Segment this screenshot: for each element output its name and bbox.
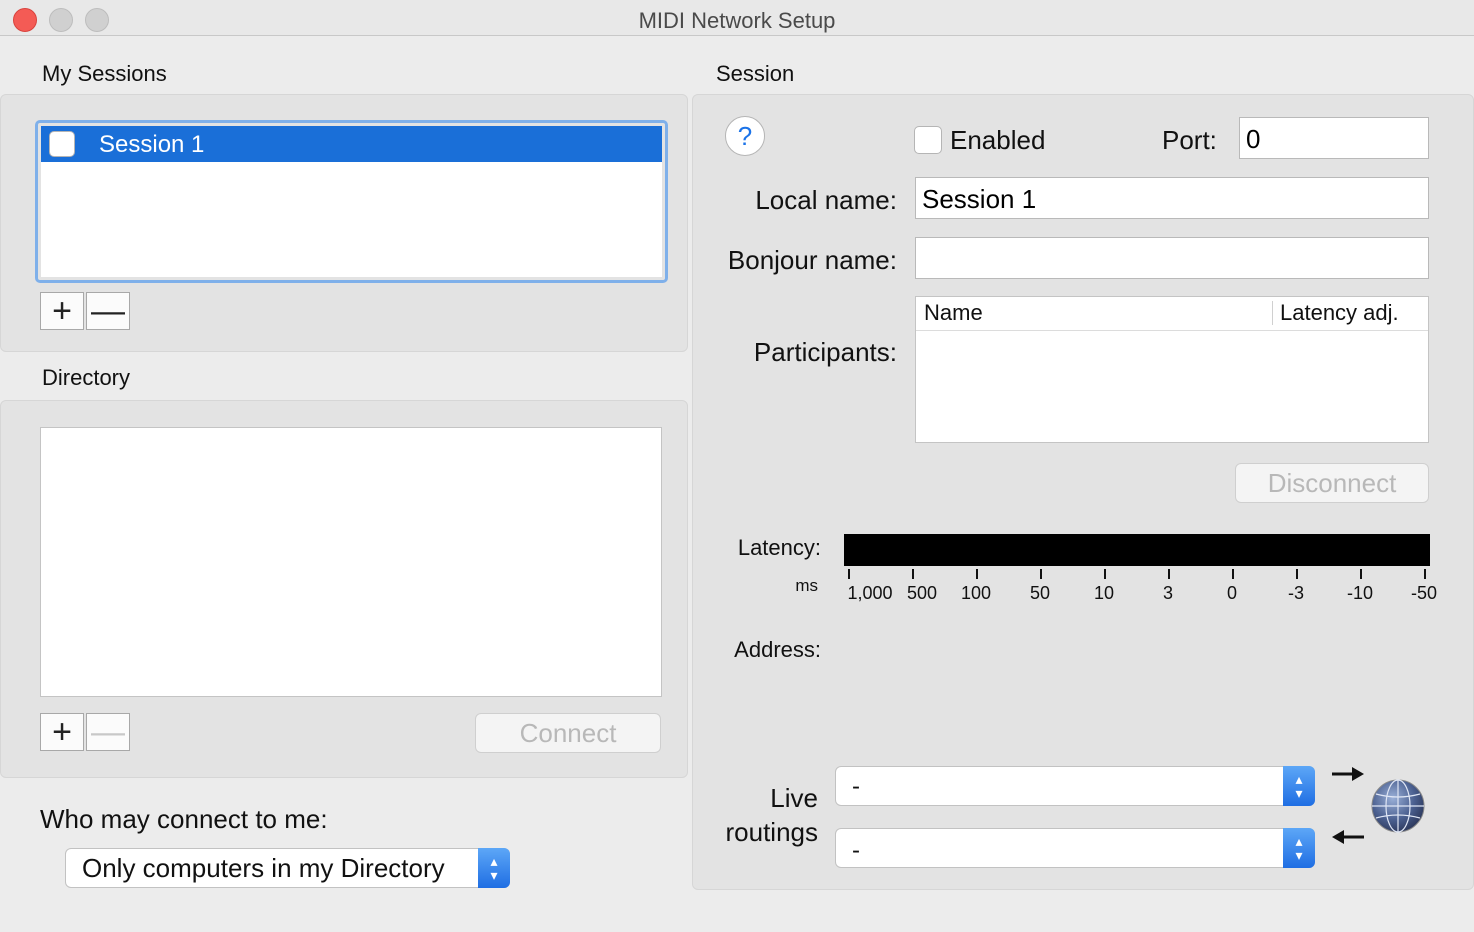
latency-tick-label: 100 xyxy=(960,583,992,603)
latency-tick xyxy=(1424,569,1426,579)
my-sessions-heading: My Sessions xyxy=(42,61,167,86)
latency-tick-label: 10 xyxy=(1093,583,1115,603)
latency-tick-label: -3 xyxy=(1287,583,1304,603)
session-row[interactable]: Session 1 xyxy=(41,126,662,162)
chevron-updown-icon: ▴ ▾ xyxy=(1283,766,1315,806)
column-divider xyxy=(1272,301,1273,325)
help-button[interactable]: ? xyxy=(725,116,765,156)
latency-tick xyxy=(848,569,850,579)
latency-tick xyxy=(1104,569,1106,579)
add-directory-button[interactable]: + xyxy=(40,713,84,751)
directory-list[interactable] xyxy=(40,427,662,697)
address-label: Address: xyxy=(734,637,821,662)
routing-in-value: - xyxy=(852,773,860,800)
window-title: MIDI Network Setup xyxy=(638,8,836,33)
chevron-updown-icon: ▴ ▾ xyxy=(1283,828,1315,868)
latency-tick xyxy=(1040,569,1042,579)
bonjour-name-field[interactable] xyxy=(915,237,1429,279)
latency-tick xyxy=(1168,569,1170,579)
participants-label: Participants: xyxy=(753,337,897,367)
enabled-label: Enabled xyxy=(950,125,1046,155)
latency-tick xyxy=(1232,569,1234,579)
session-heading: Session xyxy=(716,61,795,86)
sessions-list[interactable]: Session 1 xyxy=(41,126,662,277)
session-row-label: Session 1 xyxy=(99,131,205,158)
chevron-updown-icon: ▴ ▾ xyxy=(478,848,510,888)
routing-out-value: - xyxy=(852,837,860,864)
bonjour-name-label: Bonjour name: xyxy=(727,245,897,275)
arrow-left-icon xyxy=(1332,830,1364,844)
latency-tick xyxy=(1296,569,1298,579)
latency-tick-label: 3 xyxy=(1162,583,1173,603)
latency-tick xyxy=(1360,569,1362,579)
live-routings-label-line2: routings xyxy=(725,817,819,847)
arrow-right-icon xyxy=(1332,767,1364,781)
latency-tick-label: -50 xyxy=(1410,583,1437,603)
participants-col-name[interactable]: Name xyxy=(924,300,983,326)
connect-button[interactable]: Connect xyxy=(475,713,661,753)
remove-session-button[interactable]: — xyxy=(86,292,130,330)
remove-directory-button[interactable]: — xyxy=(86,713,130,751)
latency-tick-label: 500 xyxy=(906,583,938,603)
who-may-connect-value: Only computers in my Directory xyxy=(82,853,445,883)
latency-label: Latency: xyxy=(737,535,821,560)
routing-in-popup[interactable]: - ▴ ▾ xyxy=(835,766,1315,806)
local-name-field[interactable]: Session 1 xyxy=(915,177,1429,219)
latency-meter-bar xyxy=(844,534,1430,566)
directory-heading: Directory xyxy=(42,365,131,390)
latency-tick xyxy=(912,569,914,579)
globe-icon[interactable] xyxy=(1370,778,1426,834)
latency-unit: ms xyxy=(795,576,818,595)
port-label: Port: xyxy=(1162,125,1217,155)
participants-col-latency[interactable]: Latency adj. xyxy=(1280,300,1399,326)
latency-tick-label: 0 xyxy=(1226,583,1237,603)
enabled-checkbox[interactable] xyxy=(914,126,942,154)
routing-out-popup[interactable]: - ▴ ▾ xyxy=(835,828,1315,868)
local-name-label: Local name: xyxy=(755,185,897,215)
latency-tick-label: 50 xyxy=(1029,583,1051,603)
latency-tick-label: 1,000 xyxy=(847,583,893,603)
latency-tick-label: -10 xyxy=(1346,583,1373,603)
latency-tick xyxy=(976,569,978,579)
who-may-connect-label: Who may connect to me: xyxy=(40,804,328,834)
disconnect-button[interactable]: Disconnect xyxy=(1235,463,1429,503)
who-may-connect-popup[interactable]: Only computers in my Directory ▴ ▾ xyxy=(65,848,510,888)
port-field[interactable]: 0 xyxy=(1239,117,1429,159)
session-enabled-checkbox[interactable] xyxy=(49,131,75,157)
live-routings-label-line1: Live xyxy=(770,783,818,813)
add-session-button[interactable]: + xyxy=(40,292,84,330)
participants-table[interactable]: Name Latency adj. xyxy=(915,296,1429,443)
